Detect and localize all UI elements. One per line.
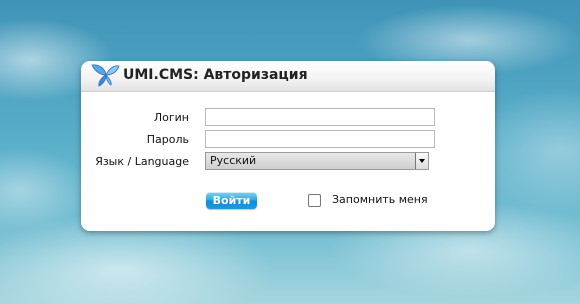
login-header: UMI.CMS: Авторизация xyxy=(81,61,495,92)
butterfly-logo-icon xyxy=(90,63,120,87)
language-label: Язык / Language xyxy=(95,155,189,168)
password-label: Пароль xyxy=(146,133,189,146)
language-select[interactable]: Русский xyxy=(205,152,429,170)
login-label: Логин xyxy=(153,111,189,124)
login-input[interactable] xyxy=(205,108,435,126)
password-input[interactable] xyxy=(205,130,435,148)
chevron-down-icon[interactable] xyxy=(415,153,428,169)
language-select-value: Русский xyxy=(210,154,257,167)
page-title: UMI.CMS: Авторизация xyxy=(123,67,308,83)
remember-me-checkbox[interactable] xyxy=(308,194,321,207)
login-button[interactable]: Войти xyxy=(206,192,257,209)
login-dialog: UMI.CMS: Авторизация Логин Пароль Язык /… xyxy=(81,61,495,231)
remember-me-label[interactable]: Запомнить меня xyxy=(332,193,428,206)
